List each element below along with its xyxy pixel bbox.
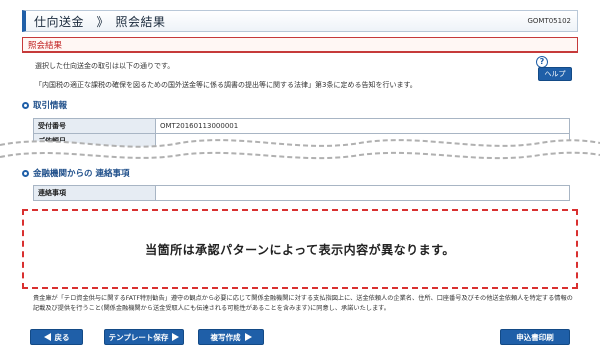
content-break-wave — [0, 139, 600, 160]
back-button-label: 戻る — [54, 332, 70, 342]
section-bullet-icon — [22, 101, 29, 109]
receipt-number-label: 受付番号 — [33, 118, 156, 134]
template-save-button[interactable]: テンプレート保存 — [104, 329, 184, 345]
table-row: 受付番号 OMT20160113000001 — [33, 118, 570, 134]
triangle-left-icon — [43, 333, 51, 341]
section-title-bank-notice-label: 金融機関からの 連絡事項 — [33, 169, 130, 179]
fatf-consent-notice: 貴金庫が「テロ資金供与に関するFATF特別勧告」遵守の観点から必要に応じて関係金… — [33, 295, 573, 312]
section-header-label: 照会結果 — [28, 40, 63, 51]
section-title-bank-notice: 金融機関からの 連絡事項 — [22, 167, 129, 179]
notice-value — [155, 185, 570, 201]
intro-line-1: 選択した仕向送金の取引は以下の通りです。 — [35, 62, 175, 70]
copy-create-button[interactable]: 複写作成 — [198, 329, 264, 345]
approval-pattern-placeholder: 当箇所は承認パターンによって表示内容が異なります。 — [22, 209, 578, 289]
page-title: 仕向送金 》 照会結果 — [34, 14, 166, 29]
help-button[interactable]: ヘルプ — [538, 67, 572, 81]
section-title-transaction-label: 取引情報 — [33, 101, 68, 111]
bank-notice-table: 連絡事項 — [33, 185, 570, 201]
copy-create-button-label: 複写作成 — [210, 332, 241, 342]
receipt-number-value: OMT20160113000001 — [155, 118, 570, 134]
template-save-button-label: テンプレート保存 — [108, 332, 169, 342]
section-bullet-icon — [22, 169, 29, 177]
page-title-bar: 仕向送金 》 照会結果 GOMT05102 — [22, 10, 578, 32]
intro-line-2: 「内国税の適正な課税の確保を図るための国外送金等に係る調書の提出等に関する法律」… — [35, 81, 417, 89]
section-title-transaction: 取引情報 — [22, 99, 67, 111]
notice-label: 連絡事項 — [33, 185, 156, 201]
placeholder-text: 当箇所は承認パターンによって表示内容が異なります。 — [145, 242, 455, 257]
triangle-right-icon — [244, 333, 252, 341]
print-application-button-label: 申込書印刷 — [516, 332, 554, 342]
triangle-right-icon — [172, 333, 180, 341]
screen-code: GOMT05102 — [527, 17, 571, 25]
print-application-button[interactable]: 申込書印刷 — [500, 329, 570, 345]
table-row: 連絡事項 — [33, 185, 570, 201]
section-header-result: 照会結果 — [22, 37, 578, 53]
back-button[interactable]: 戻る — [30, 329, 83, 345]
